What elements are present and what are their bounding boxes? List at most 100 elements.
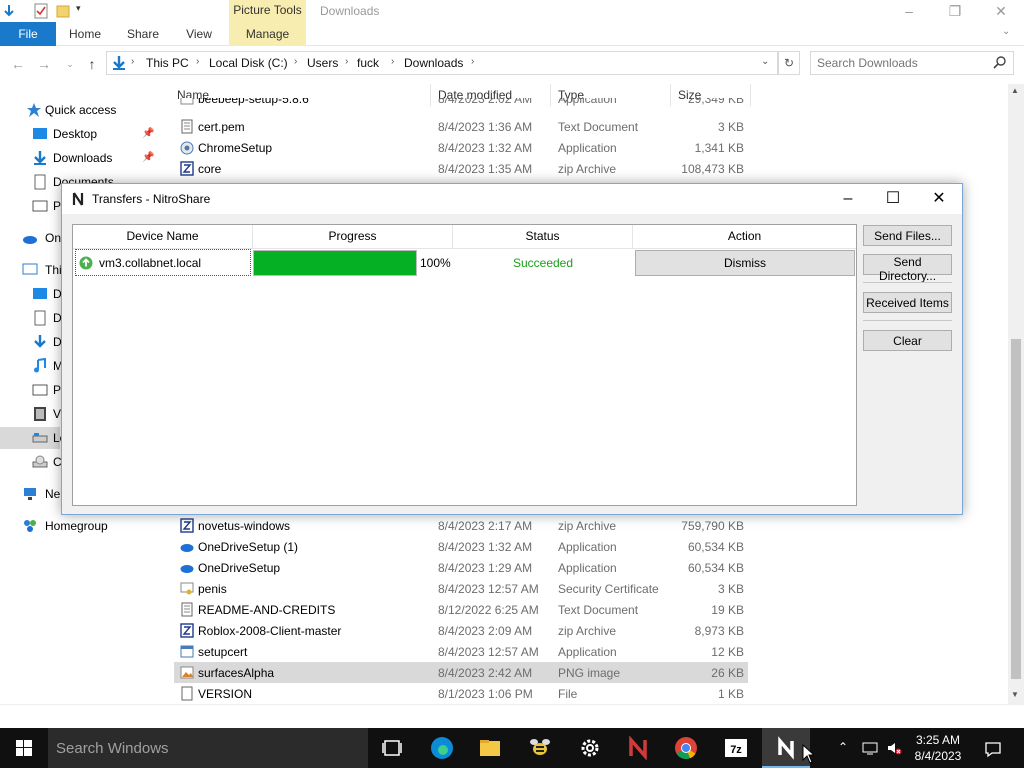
document-icon [34, 174, 46, 190]
tab-view[interactable]: View [174, 22, 224, 46]
tab-home[interactable]: Home [60, 22, 110, 46]
nav-homegroup[interactable]: Homegroup [0, 515, 160, 537]
taskbar-7zip[interactable]: 7z [712, 728, 760, 768]
nav-desktop[interactable]: Desktop 📌 [0, 123, 160, 145]
clear-button[interactable]: Clear [863, 330, 952, 351]
taskbar-edge[interactable] [418, 728, 466, 768]
table-row[interactable]: README-AND-CREDITS 8/12/2022 6:25 AM Tex… [174, 599, 748, 620]
received-items-button[interactable]: Received Items [863, 292, 952, 313]
show-hidden-icons-icon[interactable]: ⌃ [838, 740, 854, 756]
table-row[interactable]: surfacesAlpha 8/4/2023 2:42 AM PNG image… [174, 662, 748, 683]
transfer-device-cell[interactable]: vm3.collabnet.local [75, 249, 251, 276]
tab-share[interactable]: Share [116, 22, 170, 46]
column-divider[interactable] [750, 84, 751, 106]
taskbar-search[interactable]: Search Windows [48, 728, 368, 768]
button-separator [863, 282, 952, 283]
search-box[interactable] [810, 51, 1014, 75]
column-header-status[interactable]: Status [453, 225, 633, 249]
dismiss-button[interactable]: Dismiss [635, 250, 855, 276]
table-row[interactable]: beebeep-setup-5.8.6 8/4/2023 2:02 AM App… [174, 98, 748, 108]
gear-icon [581, 739, 599, 757]
column-header-device[interactable]: Device Name [73, 225, 253, 249]
back-arrow-icon[interactable]: ← [10, 56, 26, 72]
up-arrow-icon[interactable]: ↑ [84, 56, 100, 72]
network-tray-icon[interactable] [862, 740, 878, 756]
installer-icon [180, 141, 194, 155]
taskbar-beebeep[interactable] [516, 728, 564, 768]
column-header-action[interactable]: Action [633, 225, 856, 249]
send-directory-button[interactable]: Send Directory... [863, 254, 952, 283]
taskbar-file-explorer[interactable] [466, 728, 514, 768]
close-icon[interactable]: ✕ [916, 184, 962, 214]
scrollbar-thumb[interactable] [1011, 339, 1021, 679]
table-row[interactable]: core 8/4/2023 1:35 AM zip Archive 108,47… [174, 158, 748, 179]
taskbar-chrome[interactable] [662, 728, 710, 768]
image-file-icon [180, 666, 194, 679]
progress-percent: 100% [420, 256, 451, 270]
send-files-button[interactable]: Send Files... [863, 225, 952, 246]
zip-archive-icon [180, 161, 194, 176]
onedrive-icon [180, 565, 194, 573]
picture-tools-tab: Picture Tools [229, 0, 306, 22]
close-icon[interactable]: ✕ [978, 0, 1024, 22]
computer-icon [22, 263, 38, 275]
table-row[interactable]: Roblox-2008-Client-master 8/4/2023 2:09 … [174, 620, 748, 641]
table-row[interactable]: cert.pem 8/4/2023 1:36 AM Text Document … [174, 116, 748, 137]
bee-icon [530, 739, 550, 755]
maximize-icon[interactable]: ❐ [932, 0, 978, 22]
taskbar-settings[interactable] [566, 728, 614, 768]
refresh-icon[interactable]: ↻ [778, 51, 800, 75]
quick-access-down-icon[interactable] [2, 3, 16, 19]
breadcrumb-local-disk[interactable]: Local Disk (C:) [209, 56, 288, 70]
table-row[interactable]: OneDriveSetup 8/4/2023 1:29 AM Applicati… [174, 557, 748, 578]
nav-pc-local-disk[interactable]: Lo [0, 427, 66, 449]
pictures-icon [32, 384, 48, 396]
taskbar-novetus[interactable] [614, 728, 662, 768]
customize-qat-icon[interactable]: ▾ [76, 3, 90, 19]
search-input[interactable] [817, 56, 987, 70]
file-icon [181, 686, 193, 701]
address-dropdown-icon[interactable]: ⌄ [761, 56, 769, 67]
tab-file[interactable]: File [0, 22, 56, 46]
system-clock[interactable]: 3:25 AM 8/4/2023 [904, 732, 972, 764]
task-view-icon [382, 740, 402, 756]
properties-icon[interactable] [34, 3, 48, 19]
table-row[interactable]: OneDriveSetup (1) 8/4/2023 1:32 AM Appli… [174, 536, 748, 557]
breadcrumb-user[interactable]: fuck [357, 56, 379, 70]
action-center-icon[interactable] [984, 740, 1002, 758]
scroll-up-icon[interactable]: ▲ [1011, 86, 1019, 95]
table-row[interactable]: novetus-windows 8/4/2023 2:17 AM zip Arc… [174, 515, 748, 536]
breadcrumb-this-pc[interactable]: This PC [146, 56, 189, 70]
address-bar[interactable]: › This PC › Local Disk (C:) › Users › fu… [106, 51, 778, 75]
mouse-cursor-icon [802, 744, 814, 764]
windows-logo-icon [16, 740, 32, 756]
task-view-button[interactable] [368, 728, 416, 768]
forward-arrow-icon[interactable]: → [36, 56, 52, 72]
nav-quick-access[interactable]: Quick access [0, 99, 160, 121]
tab-manage[interactable]: Manage [229, 22, 306, 46]
table-row[interactable]: penis 8/4/2023 12:57 AM Security Certifi… [174, 578, 748, 599]
onedrive-icon [23, 236, 37, 244]
table-row[interactable]: ChromeSetup 8/4/2023 1:32 AM Application… [174, 137, 748, 158]
dialog-titlebar[interactable]: Transfers - NitroShare – ☐ ✕ [62, 184, 962, 214]
network-icon [24, 488, 36, 500]
vertical-scrollbar[interactable]: ▲ ▼ [1008, 84, 1024, 704]
table-row[interactable]: setupcert 8/4/2023 12:57 AM Application … [174, 641, 748, 662]
table-row[interactable]: VERSION 8/1/2023 1:06 PM File 1 KB [174, 683, 748, 704]
desktop-icon [33, 128, 47, 139]
breadcrumb-downloads[interactable]: Downloads [404, 56, 463, 70]
scroll-down-icon[interactable]: ▼ [1011, 690, 1019, 699]
new-folder-icon[interactable] [56, 3, 70, 19]
expand-ribbon-icon[interactable]: ⌄ [1002, 26, 1010, 37]
start-button[interactable] [0, 728, 48, 768]
maximize-icon[interactable]: ☐ [870, 184, 916, 214]
volume-muted-icon[interactable] [886, 740, 902, 756]
nav-downloads[interactable]: Downloads 📌 [0, 147, 160, 169]
breadcrumb-users[interactable]: Users [307, 56, 338, 70]
nitroshare-icon [778, 736, 794, 760]
text-document-icon [181, 119, 193, 134]
column-header-progress[interactable]: Progress [253, 225, 453, 249]
recent-locations-icon[interactable]: ⌄ [62, 56, 78, 72]
minimize-icon[interactable]: – [825, 184, 871, 214]
minimize-icon[interactable]: – [886, 0, 932, 22]
